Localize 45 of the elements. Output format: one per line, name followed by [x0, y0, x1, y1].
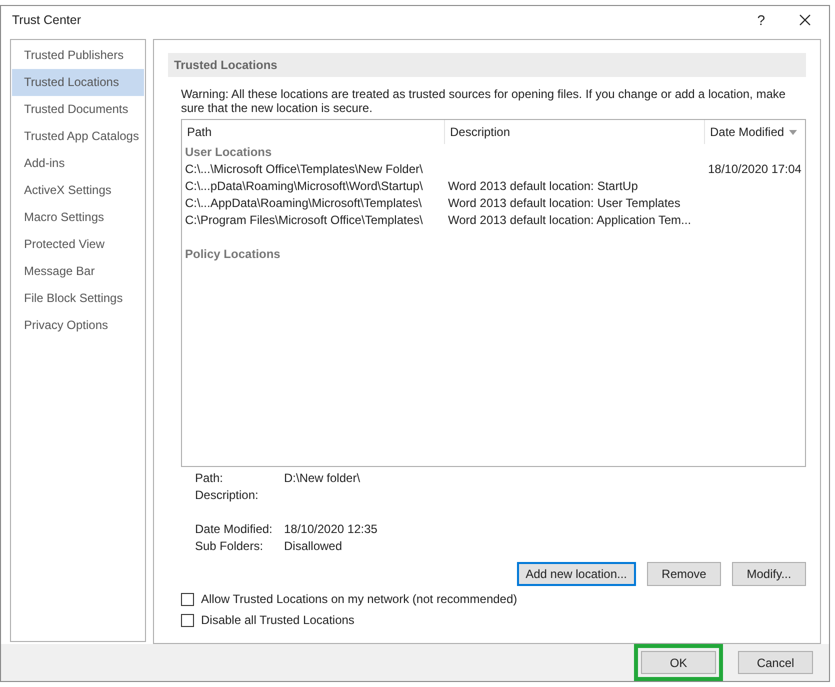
detail-value: Disallowed: [284, 538, 342, 555]
section-header: Trusted Locations: [168, 53, 806, 77]
path-cell: C:\...pData\Roaming\Microsoft\Word\Startup\: [185, 179, 423, 193]
date-cell: 18/10/2020 17:04: [708, 162, 802, 176]
description-cell: Word 2013 default location: User Templates: [448, 196, 680, 210]
detail-label: Sub Folders:: [195, 538, 264, 555]
checkbox[interactable]: [181, 614, 194, 626]
action-button[interactable]: Modify...: [732, 562, 806, 586]
sidebar-item[interactable]: Trusted App Catalogs: [12, 123, 144, 150]
detail-label: Description:: [195, 487, 260, 504]
close-icon[interactable]: [799, 14, 811, 26]
warning-text: Warning: All these locations are treated as trusted sources for opening files. If you change or add a location, make sure that the new location is secure.: [180, 86, 787, 115]
window-title: Trust Center: [12, 13, 82, 27]
sidebar-item[interactable]: Trusted Publishers: [12, 42, 144, 69]
action-button[interactable]: Add new location...: [516, 562, 636, 586]
sidebar-item[interactable]: Trusted Locations: [12, 69, 144, 96]
sidebar-item[interactable]: Protected View: [12, 231, 144, 258]
sidebar-item[interactable]: Message Bar: [12, 258, 144, 285]
sidebar-item[interactable]: File Block Settings: [12, 285, 144, 312]
sidebar-item[interactable]: Add-ins: [12, 150, 144, 177]
sidebar-item[interactable]: ActiveX Settings: [12, 177, 144, 204]
dialog-button[interactable]: OK: [641, 651, 716, 674]
checkbox[interactable]: [181, 592, 194, 606]
detail-value: D:\New folder\: [284, 470, 360, 487]
column-header[interactable]: Date Modified: [705, 120, 804, 144]
group-heading: User Locations: [184, 144, 273, 161]
group-heading: Policy Locations: [184, 246, 282, 263]
column-header[interactable]: Path: [182, 120, 445, 144]
path-cell: C:\...AppData\Roaming\Microsoft\Templates\: [185, 196, 422, 210]
sidebar-item[interactable]: Privacy Options: [12, 312, 144, 339]
detail-label: Date Modified:: [195, 521, 274, 538]
description-cell: Word 2013 default location: Application Tem...: [448, 213, 692, 227]
sidebar-item[interactable]: Macro Settings: [12, 204, 144, 231]
checkbox-label: Disable all Trusted Locations: [201, 613, 354, 627]
action-button[interactable]: Remove: [647, 562, 721, 586]
column-header[interactable]: Description: [445, 120, 705, 144]
detail-label: Path:: [195, 470, 224, 487]
help-button[interactable]: ?: [757, 12, 765, 28]
path-cell: C:\Program Files\Microsoft Office\Templates\: [185, 213, 423, 227]
description-cell: Word 2013 default location: StartUp: [448, 179, 638, 193]
detail-value: 18/10/2020 12:35: [284, 521, 378, 538]
checkbox-label: Allow Trusted Locations on my network (not recommended): [201, 592, 518, 606]
path-cell: C:\...\Microsoft Office\Templates\New Folder\: [185, 162, 423, 176]
dialog-button[interactable]: Cancel: [738, 651, 813, 674]
sidebar-item[interactable]: Trusted Documents: [12, 96, 144, 123]
